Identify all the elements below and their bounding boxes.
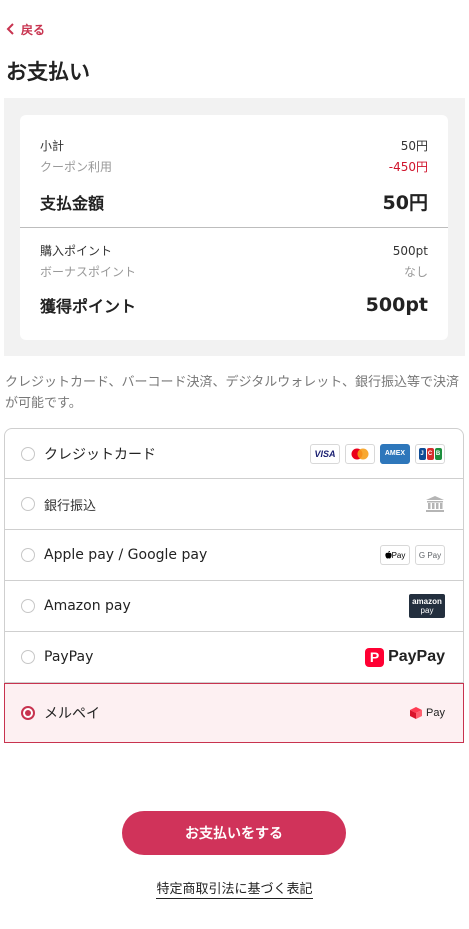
subtotal-row: 小計 50円: [40, 137, 428, 154]
summary-divider: [20, 227, 448, 228]
radio-button[interactable]: [21, 548, 35, 562]
earned-points-row: 獲得ポイント 500pt: [40, 293, 428, 317]
apple-icon: [384, 551, 392, 559]
back-link[interactable]: 戻る: [6, 20, 45, 38]
total-label: 支払金額: [40, 193, 105, 213]
method-label: 銀行振込: [44, 498, 97, 514]
radio-button-selected[interactable]: [21, 706, 35, 720]
purchase-points-row: 購入ポイント 500pt: [40, 242, 428, 259]
purchase-points-value: 500pt: [392, 243, 428, 258]
coupon-value: -450円: [388, 160, 428, 174]
coupon-row: クーポン利用 -450円: [40, 158, 428, 175]
bonus-points-label: ボーナスポイント: [40, 265, 137, 279]
coupon-label: クーポン利用: [40, 160, 113, 174]
subtotal-label: 小計: [40, 139, 65, 153]
jcb-j: J: [418, 447, 426, 460]
radio-button[interactable]: [21, 446, 35, 461]
merpay-logo: Pay: [409, 706, 445, 720]
total-row: 支払金額 50円: [40, 188, 428, 215]
method-label: クレジットカード: [44, 446, 156, 463]
bonus-points-value: なし: [403, 265, 428, 279]
earned-points-value: 500pt: [365, 294, 428, 316]
page-title: お支払い: [6, 60, 90, 84]
earned-points-label: 獲得ポイント: [40, 297, 137, 316]
merpay-cube-icon: [410, 707, 423, 719]
wallet-logos: Pay G Pay: [380, 530, 445, 580]
radio-button[interactable]: [21, 599, 35, 613]
mastercard-logo: [345, 443, 375, 464]
google-pay-logo: G Pay: [415, 545, 445, 565]
back-label: 戻る: [21, 22, 46, 37]
summary-card: 小計 50円 クーポン利用 -450円 支払金額 50円 購入ポイント 500p…: [20, 115, 448, 340]
amazon-pay-logo: amazon pay: [409, 594, 445, 618]
paypay-logos: P PayPay: [365, 632, 445, 682]
apple-pay-text: Pay: [391, 550, 406, 560]
bonus-points-row: ボーナスポイント なし: [40, 263, 428, 280]
method-paypay[interactable]: PayPay P PayPay: [4, 632, 464, 683]
method-apple-google-pay[interactable]: Apple pay / Google pay Pay G Pay: [4, 530, 464, 581]
jcb-logo: J C B: [415, 443, 445, 464]
subtotal-value: 50円: [400, 139, 428, 153]
jcb-c: C: [426, 447, 434, 460]
method-credit-card[interactable]: クレジットカード VISA AMEX J C B: [4, 428, 464, 479]
amazon-logos: amazon pay: [409, 581, 445, 631]
legal-section: 特定商取引法に基づく表記: [0, 878, 469, 899]
radio-button[interactable]: [21, 497, 35, 511]
purchase-points-label: 購入ポイント: [40, 244, 113, 258]
method-label: メルペイ: [44, 706, 100, 722]
visa-logo: VISA: [310, 443, 340, 464]
amazon-logo-top: amazon: [412, 597, 442, 606]
paypay-mark-icon: P: [365, 647, 385, 667]
payment-description: クレジットカード、バーコード決済、デジタルウォレット、銀行振込等で決済が可能です…: [5, 375, 459, 411]
merpay-logo-text: Pay: [426, 707, 445, 719]
pay-button[interactable]: お支払いをする: [122, 811, 346, 855]
bank-logos: [425, 479, 445, 529]
jcb-b: B: [434, 447, 442, 460]
chevron-left-icon: [6, 23, 14, 35]
card-logos: VISA AMEX J C B: [310, 429, 445, 478]
method-amazon-pay[interactable]: Amazon pay amazon pay: [4, 581, 464, 632]
paypay-logo: P PayPay: [365, 647, 445, 667]
total-value: 50円: [382, 192, 428, 214]
bank-icon: [426, 496, 444, 512]
amex-logo: AMEX: [380, 443, 410, 464]
legal-link[interactable]: 特定商取引法に基づく表記: [156, 882, 313, 899]
amazon-logo-bottom: pay: [420, 606, 434, 615]
payment-method-list: クレジットカード VISA AMEX J C B 銀行振込 Apple pay …: [4, 428, 464, 743]
method-bank-transfer[interactable]: 銀行振込: [4, 479, 464, 530]
apple-pay-logo: Pay: [380, 545, 410, 565]
method-label: PayPay: [44, 649, 94, 665]
method-label: Apple pay / Google pay: [44, 547, 208, 563]
paypay-logo-text: PayPay: [388, 648, 445, 665]
method-label: Amazon pay: [44, 598, 131, 614]
method-merpay[interactable]: メルペイ Pay: [4, 683, 464, 743]
radio-button[interactable]: [21, 650, 35, 664]
merpay-logos: Pay: [409, 684, 445, 742]
